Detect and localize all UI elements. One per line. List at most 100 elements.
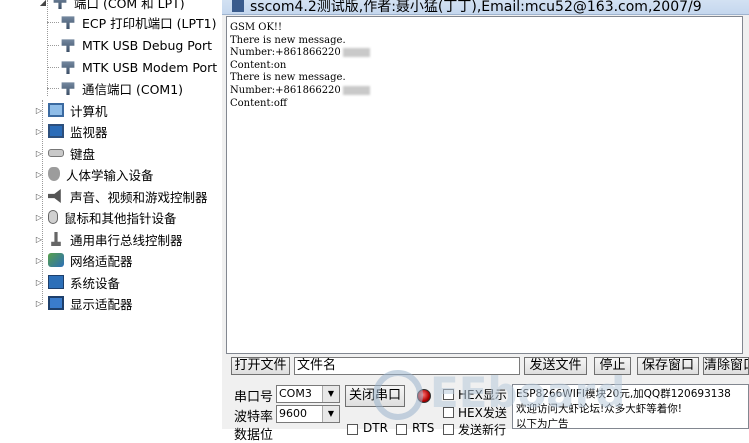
app-icon xyxy=(232,0,244,12)
filename-field[interactable]: 文件名 xyxy=(294,357,520,375)
window-titlebar[interactable]: sscom4.2测试版,作者:聂小猛(丁丁),Email:mcu52@163.c… xyxy=(222,0,749,15)
send-newline-checkbox[interactable] xyxy=(443,424,454,435)
tree-item-label: ECP 打印机端口 (LPT1) xyxy=(82,15,217,31)
tree-category-label: 显示适配器 xyxy=(70,296,133,312)
device-manager-tree: ◢ 端口 (COM 和 LPT) ECP 打印机端口 (LPT1) MTK US… xyxy=(0,0,222,429)
expand-icon[interactable]: ▷ xyxy=(34,106,44,115)
output-line: Content:on xyxy=(230,59,287,71)
expand-icon[interactable]: ▷ xyxy=(34,127,44,136)
tree-category-label: 系统设备 xyxy=(70,275,121,291)
tree-item-mtk-modem-port[interactable]: MTK USB Modem Port xyxy=(60,57,217,77)
network-icon xyxy=(48,253,64,267)
mouse-icon xyxy=(48,210,58,224)
tree-category-label: 键盘 xyxy=(70,146,96,162)
monitor-icon xyxy=(48,124,64,138)
dropdown-arrow-icon[interactable]: ▼ xyxy=(322,406,339,422)
tree-item-label: 通信端口 (COM1) xyxy=(82,81,184,97)
window-title: sscom4.2测试版,作者:聂小猛(丁丁),Email:mcu52@163.c… xyxy=(250,0,702,15)
tree-group-ports[interactable]: ◢ 端口 (COM 和 LPT) xyxy=(38,0,185,12)
tree-guide xyxy=(47,88,59,89)
tree-guide xyxy=(47,0,48,96)
tree-category-display[interactable]: ▷ 显示适配器 xyxy=(34,293,133,313)
output-line: There is new message. xyxy=(230,34,346,46)
expand-icon[interactable]: ▷ xyxy=(34,235,44,244)
receive-output-area[interactable]: GSM OK!! There is new message. Number:+8… xyxy=(226,16,743,354)
tree-item-ecp-port[interactable]: ECP 打印机端口 (LPT1) xyxy=(60,12,216,32)
output-line: There is new message. xyxy=(230,72,346,84)
speaker-icon xyxy=(48,189,61,203)
baud-label: 波特率 xyxy=(234,410,274,425)
tree-category-label: 人体学输入设备 xyxy=(66,167,154,183)
port-select[interactable]: COM3 ▼ xyxy=(276,385,340,403)
expand-icon[interactable]: ▷ xyxy=(34,213,44,222)
redacted-digits xyxy=(342,85,370,95)
port-icon xyxy=(61,39,75,52)
redacted-digits xyxy=(342,48,370,58)
hex-send-checkbox[interactable] xyxy=(443,407,454,418)
baud-value: 9600 xyxy=(279,407,307,420)
baud-select[interactable]: 9600 ▼ xyxy=(276,405,340,423)
hex-display-checkbox[interactable] xyxy=(443,389,454,400)
collapse-icon[interactable]: ◢ xyxy=(38,0,48,7)
expand-icon[interactable]: ▷ xyxy=(34,278,44,287)
expand-icon[interactable]: ▷ xyxy=(34,149,44,158)
tree-category-label: 通用串行总线控制器 xyxy=(70,232,183,248)
tree-category-label: 声音、视频和游戏控制器 xyxy=(70,189,208,205)
port-icon xyxy=(61,82,75,95)
tree-group-label: 端口 (COM 和 LPT) xyxy=(74,0,185,11)
tree-guide xyxy=(47,22,59,23)
output-line: Content:off xyxy=(230,97,288,109)
send-text-line: ESP8266WIFI模块20元,加QQ群120693138 xyxy=(516,388,731,400)
expand-icon[interactable]: ▷ xyxy=(34,299,44,308)
tree-category-keyboards[interactable]: ▷ 键盘 xyxy=(34,143,95,163)
tree-category-system[interactable]: ▷ 系统设备 xyxy=(34,272,120,292)
open-file-button[interactable]: 打开文件 xyxy=(231,357,290,375)
clear-window-button[interactable]: 清除窗口 xyxy=(703,357,749,375)
tree-category-network[interactable]: ▷ 网络适配器 xyxy=(34,250,133,270)
tree-category-mice[interactable]: ▷ 鼠标和其他指针设备 xyxy=(34,207,177,227)
expand-icon[interactable]: ▷ xyxy=(34,192,44,201)
tree-item-mtk-debug-port[interactable]: MTK USB Debug Port xyxy=(60,35,212,55)
tree-guide xyxy=(47,67,59,68)
rts-checkbox[interactable] xyxy=(396,424,407,435)
send-text-line: 欢迎访问大虾论坛!众多大虾等着你! xyxy=(516,403,682,415)
tree-category-label: 计算机 xyxy=(70,103,108,119)
tree-category-label: 监视器 xyxy=(70,124,108,140)
display-adapter-icon xyxy=(48,296,64,310)
keyboard-icon xyxy=(48,149,64,157)
usb-icon xyxy=(51,232,61,246)
expand-icon[interactable]: ▷ xyxy=(34,170,44,179)
dtr-checkbox[interactable] xyxy=(347,424,358,435)
expand-icon[interactable]: ▷ xyxy=(34,256,44,265)
tree-category-monitors[interactable]: ▷ 监视器 xyxy=(34,121,108,141)
port-label: 串口号 xyxy=(234,390,274,405)
port-settings-panel: 串口号 COM3 ▼ 波特率 9600 ▼ 数据位 关闭串口 HEX显示 HEX… xyxy=(222,380,749,443)
port-icon xyxy=(61,16,75,29)
tree-category-hid[interactable]: ▷ 人体学输入设备 xyxy=(34,164,154,184)
file-button-row: 打开文件 文件名 发送文件 停止 保存窗口 清除窗口 xyxy=(222,357,749,377)
send-newline-label: 发送新行 xyxy=(458,423,507,437)
close-port-button[interactable]: 关闭串口 xyxy=(345,385,405,407)
send-text-area[interactable]: ESP8266WIFI模块20元,加QQ群120693138 欢迎访问大虾论坛!… xyxy=(512,384,749,429)
rts-label: RTS xyxy=(412,421,435,435)
stop-button[interactable]: 停止 xyxy=(594,357,631,375)
tree-item-com1[interactable]: 通信端口 (COM1) xyxy=(60,78,183,98)
dtr-label: DTR xyxy=(363,421,388,435)
send-file-button[interactable]: 发送文件 xyxy=(524,357,587,375)
hex-display-label: HEX显示 xyxy=(458,388,507,402)
output-line: Number:+861866220 xyxy=(230,85,739,98)
save-window-button[interactable]: 保存窗口 xyxy=(637,357,699,375)
port-status-led-icon xyxy=(417,389,431,403)
tree-category-usb[interactable]: ▷ 通用串行总线控制器 xyxy=(34,229,183,249)
dropdown-arrow-icon[interactable]: ▼ xyxy=(322,386,339,402)
databits-label: 数据位 xyxy=(234,428,274,443)
computer-icon xyxy=(48,103,64,117)
output-line: Number:+861866220 xyxy=(230,47,739,60)
tree-category-computer[interactable]: ▷ 计算机 xyxy=(34,100,108,120)
hid-icon xyxy=(48,167,60,181)
output-line: GSM OK!! xyxy=(230,22,282,33)
tree-item-label: MTK USB Modem Port xyxy=(82,59,218,75)
tree-category-label: 网络适配器 xyxy=(70,253,133,269)
port-icon xyxy=(61,61,75,74)
tree-category-sound[interactable]: ▷ 声音、视频和游戏控制器 xyxy=(34,186,208,206)
